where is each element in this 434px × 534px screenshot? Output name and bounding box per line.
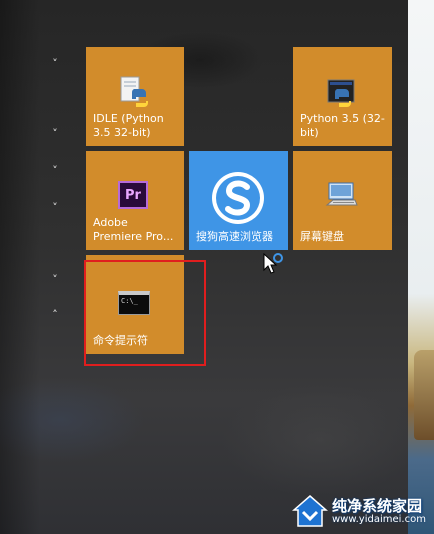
watermark-url: www.yidaimei.com (332, 514, 426, 525)
group-toggle-chevron[interactable]: ˅ (48, 164, 62, 178)
site-watermark: 纯净系统家园 www.yidaimei.com (288, 492, 428, 532)
premiere-badge: Pr (125, 187, 141, 203)
tile-sogou-browser[interactable]: 搜狗高速浏览器 (189, 151, 288, 250)
watermark-logo-icon (292, 495, 328, 527)
python-icon (327, 79, 355, 107)
on-screen-keyboard-icon (325, 182, 358, 206)
group-toggle-chevron[interactable]: ˅ (48, 57, 62, 71)
tile-label: 屏幕键盘 (300, 230, 344, 243)
watermark-title: 纯净系统家园 (332, 497, 423, 515)
tile-label: 搜狗高速浏览器 (196, 230, 273, 243)
group-toggle-chevron[interactable]: ˄ (48, 308, 62, 322)
tile-idle-python[interactable]: IDLE (Python 3.5 32-bit) (86, 47, 184, 146)
premiere-pro-icon: Pr (118, 181, 148, 209)
tile-python[interactable]: Python 3.5 (32-bit) (293, 47, 392, 146)
highlight-box (84, 260, 206, 366)
mouse-cursor-icon (263, 253, 283, 274)
tile-label: Python 3.5 (32-bit) (300, 112, 385, 139)
start-menu-left-shade (0, 0, 40, 534)
desktop-wallpaper (408, 0, 434, 534)
tile-label: IDLE (Python 3.5 32-bit) (93, 112, 164, 139)
tile-label: Adobe Premiere Pro... (93, 216, 174, 243)
group-toggle-chevron[interactable]: ˅ (48, 127, 62, 141)
sogou-browser-icon (212, 172, 264, 224)
python-idle-icon (120, 76, 148, 107)
group-toggle-chevron[interactable]: ˅ (48, 273, 62, 287)
group-toggle-chevron[interactable]: ˅ (48, 201, 62, 215)
tile-on-screen-keyboard[interactable]: 屏幕键盘 (293, 151, 392, 250)
tile-premiere-pro[interactable]: Pr Adobe Premiere Pro... (86, 151, 184, 250)
wallpaper-rock (414, 350, 434, 440)
